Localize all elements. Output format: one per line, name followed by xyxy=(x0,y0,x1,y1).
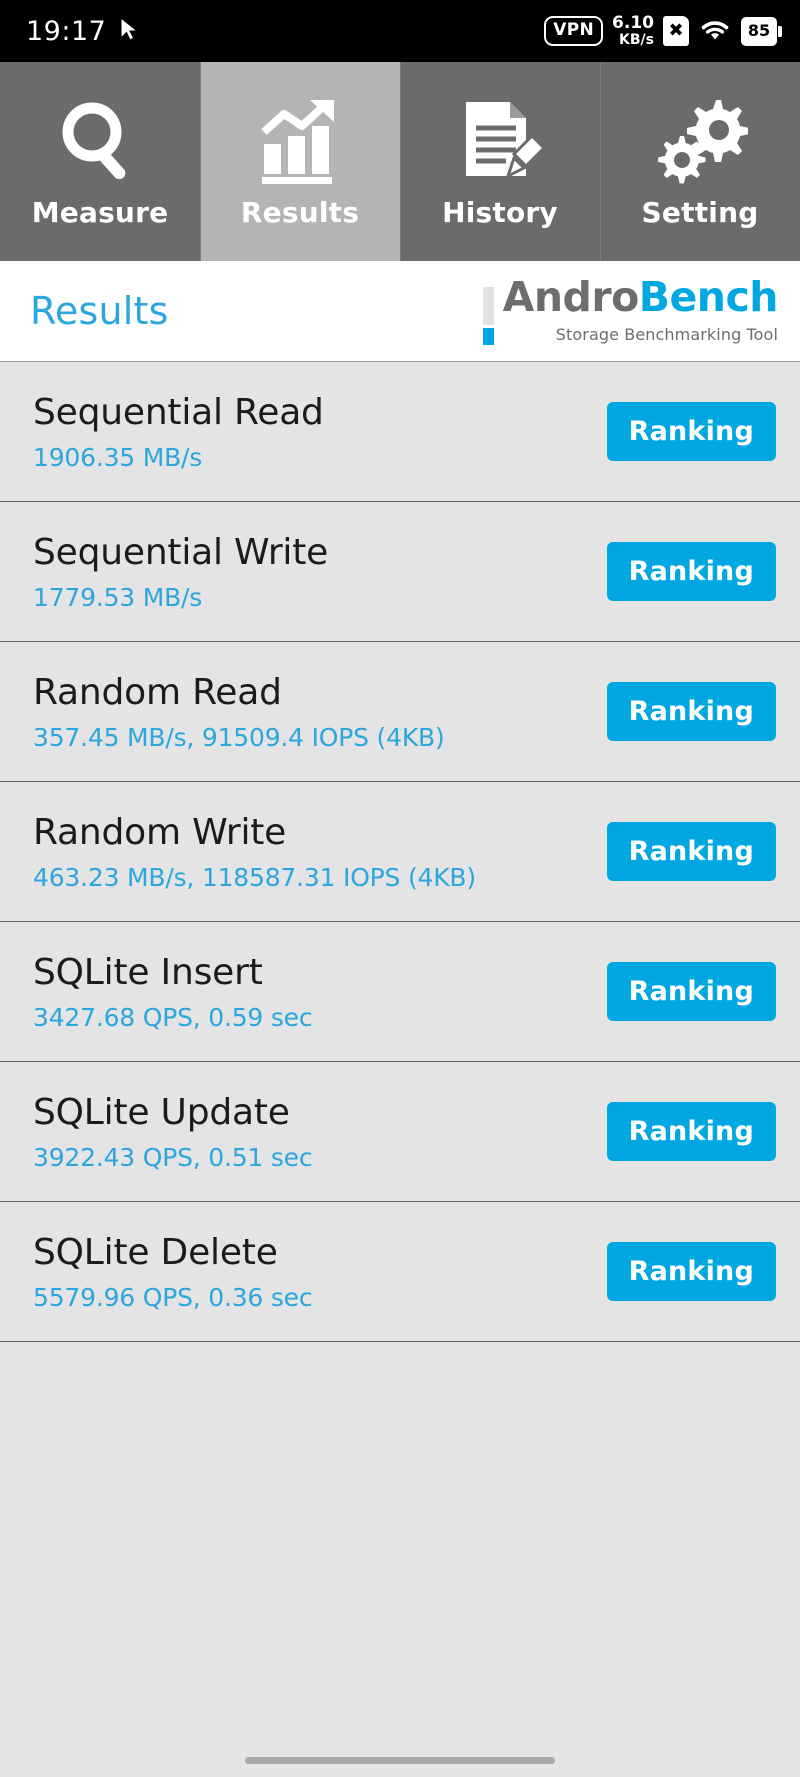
network-speed-value: 6.10 xyxy=(612,13,654,34)
bar-chart-icon xyxy=(254,94,346,190)
result-name: SQLite Insert xyxy=(33,951,263,993)
status-clock: 19:17 xyxy=(26,15,107,47)
table-row[interactable]: Sequential Write 1779.53 MB/s Ranking xyxy=(0,502,800,642)
mouse-pointer-icon xyxy=(118,16,140,46)
app-screen: 19:17 VPN 6.10 KB/s ✖ 85 Measure Results… xyxy=(0,0,800,1777)
result-value: 3922.43 QPS, 0.51 sec xyxy=(33,1142,313,1172)
row-texts: SQLite Insert 3427.68 QPS, 0.59 sec xyxy=(33,951,313,1032)
result-name: Random Write xyxy=(33,811,287,853)
table-row[interactable]: SQLite Update 3922.43 QPS, 0.51 sec Rank… xyxy=(0,1062,800,1202)
brand-name-suffix: Bench xyxy=(638,273,779,321)
ranking-button[interactable]: Ranking xyxy=(606,962,776,1021)
results-list: Sequential Read 1906.35 MB/s Ranking Seq… xyxy=(0,362,800,1342)
magnifier-icon xyxy=(54,94,146,190)
gears-icon xyxy=(652,94,748,190)
brand-name: AndroBench xyxy=(503,277,779,318)
brand-text: AndroBench Storage Benchmarking Tool xyxy=(503,277,779,345)
row-texts: Random Write 463.23 MB/s, 118587.31 IOPS… xyxy=(33,812,476,892)
logo-bars-icon xyxy=(482,277,494,345)
page-title: Results xyxy=(30,289,169,333)
row-texts: Random Read 357.45 MB/s, 91509.4 IOPS (4… xyxy=(33,672,445,752)
result-value: 1906.35 MB/s xyxy=(33,442,203,472)
tab-setting[interactable]: Setting xyxy=(600,62,800,261)
status-bar-left: 19:17 xyxy=(26,16,140,47)
result-name: SQLite Update xyxy=(33,1091,290,1133)
battery-indicator: 85 xyxy=(741,16,782,46)
system-navigation-bar xyxy=(0,1743,800,1777)
ranking-button[interactable]: Ranking xyxy=(606,402,776,461)
ranking-button[interactable]: Ranking xyxy=(606,682,776,741)
tab-label-measure: Measure xyxy=(31,196,169,229)
home-gesture-pill[interactable] xyxy=(245,1756,555,1764)
androbench-logo: AndroBench Storage Benchmarking Tool xyxy=(482,277,779,345)
main-tab-bar: Measure Results History Setting xyxy=(0,62,800,261)
tab-results[interactable]: Results xyxy=(200,62,400,261)
sim-card-off-icon: ✖ xyxy=(663,16,689,46)
ranking-button[interactable]: Ranking xyxy=(606,822,776,881)
logo-bar-blue xyxy=(482,328,494,345)
ranking-button[interactable]: Ranking xyxy=(606,1242,776,1301)
logo-bar-grey xyxy=(482,287,494,325)
tab-label-history: History xyxy=(442,196,558,229)
app-header: Results AndroBench Storage Benchmarking … xyxy=(0,261,800,362)
table-row[interactable]: SQLite Delete 5579.96 QPS, 0.36 sec Rank… xyxy=(0,1202,800,1342)
tab-label-setting: Setting xyxy=(641,196,759,229)
table-row[interactable]: Sequential Read 1906.35 MB/s Ranking xyxy=(0,362,800,502)
row-texts: SQLite Delete 5579.96 QPS, 0.36 sec xyxy=(33,1231,313,1312)
network-speed-unit: KB/s xyxy=(619,31,654,48)
result-name: Random Read xyxy=(33,671,282,713)
vpn-icon: VPN xyxy=(544,16,604,46)
wifi-icon xyxy=(698,16,732,46)
battery-tip-icon xyxy=(778,25,782,37)
result-name: Sequential Read xyxy=(33,391,324,433)
status-bar-right: VPN 6.10 KB/s ✖ 85 xyxy=(544,13,782,48)
network-speed-indicator: 6.10 KB/s xyxy=(612,13,654,48)
status-bar: 19:17 VPN 6.10 KB/s ✖ 85 xyxy=(0,0,800,62)
tab-history[interactable]: History xyxy=(400,62,600,261)
document-pencil-icon xyxy=(454,94,546,190)
row-texts: SQLite Update 3922.43 QPS, 0.51 sec xyxy=(33,1091,313,1172)
result-name: SQLite Delete xyxy=(33,1231,278,1273)
result-value: 463.23 MB/s, 118587.31 IOPS (4KB) xyxy=(33,862,476,892)
tab-label-results: Results xyxy=(240,196,360,229)
ranking-button[interactable]: Ranking xyxy=(606,1102,776,1161)
result-name: Sequential Write xyxy=(33,531,329,573)
table-row[interactable]: Random Write 463.23 MB/s, 118587.31 IOPS… xyxy=(0,782,800,922)
result-value: 5579.96 QPS, 0.36 sec xyxy=(33,1282,313,1312)
row-texts: Sequential Read 1906.35 MB/s xyxy=(33,392,324,472)
table-row[interactable]: SQLite Insert 3427.68 QPS, 0.59 sec Rank… xyxy=(0,922,800,1062)
ranking-button[interactable]: Ranking xyxy=(606,542,776,601)
brand-name-prefix: Andro xyxy=(502,273,640,321)
result-value: 1779.53 MB/s xyxy=(33,582,203,612)
tab-measure[interactable]: Measure xyxy=(0,62,200,261)
result-value: 357.45 MB/s, 91509.4 IOPS (4KB) xyxy=(33,722,445,752)
result-value: 3427.68 QPS, 0.59 sec xyxy=(33,1002,313,1032)
brand-subtitle: Storage Benchmarking Tool xyxy=(555,325,778,344)
empty-list-area xyxy=(0,1342,800,1777)
row-texts: Sequential Write 1779.53 MB/s xyxy=(33,532,328,612)
battery-level: 85 xyxy=(741,16,777,46)
table-row[interactable]: Random Read 357.45 MB/s, 91509.4 IOPS (4… xyxy=(0,642,800,782)
